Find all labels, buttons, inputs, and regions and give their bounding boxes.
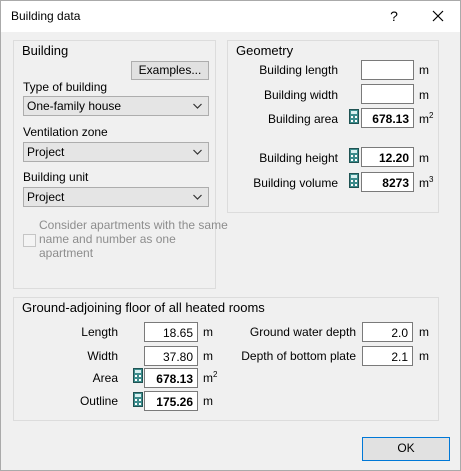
- help-button[interactable]: ?: [384, 6, 404, 26]
- type-of-building-value: One-family house: [27, 99, 122, 113]
- width-field[interactable]: [144, 346, 198, 366]
- building-volume-field[interactable]: [361, 172, 414, 192]
- calculator-icon[interactable]: [349, 109, 359, 124]
- area-label: Area: [92, 371, 118, 385]
- building-width-unit: m: [419, 88, 429, 102]
- building-height-label: Building height: [259, 151, 338, 165]
- bottom-plate-depth-unit: m: [419, 349, 429, 363]
- calculator-icon[interactable]: [349, 148, 359, 163]
- calculator-icon[interactable]: [133, 368, 143, 383]
- type-of-building-label: Type of building: [23, 80, 108, 94]
- ground-floor-title: Ground-adjoining floor of all heated roo…: [22, 300, 265, 315]
- width-unit: m: [203, 349, 213, 363]
- area-field[interactable]: [144, 368, 198, 388]
- building-length-label: Building length: [259, 63, 338, 77]
- building-unit-label: Building unit: [23, 170, 89, 184]
- ground-water-depth-field[interactable]: [362, 322, 413, 342]
- building-title: Building: [22, 43, 69, 58]
- area-unit: m2: [203, 370, 218, 385]
- building-height-field[interactable]: [361, 147, 414, 167]
- close-icon: [432, 10, 444, 22]
- ventilation-zone-value: Project: [27, 145, 65, 159]
- building-area-unit: m2: [419, 111, 434, 126]
- geometry-title: Geometry: [236, 43, 294, 58]
- window-title: Building data: [11, 9, 81, 23]
- chevron-down-icon: [193, 194, 202, 200]
- ventilation-zone-select[interactable]: Project: [23, 142, 209, 162]
- length-unit: m: [203, 325, 213, 339]
- consider-apartments-label-line1: Consider apartments with the same: [39, 218, 228, 232]
- building-width-field[interactable]: [361, 84, 414, 104]
- outline-field[interactable]: [144, 391, 198, 411]
- building-unit-value: Project: [27, 190, 65, 204]
- building-area-unit-text: m: [419, 112, 429, 126]
- consider-apartments-label-line3: apartment: [39, 246, 94, 260]
- building-data-dialog: Building data ? Building Examples... Typ…: [0, 0, 461, 471]
- building-width-label: Building width: [263, 88, 338, 102]
- calculator-icon[interactable]: [133, 392, 143, 407]
- chevron-down-icon: [193, 103, 202, 109]
- building-height-unit: m: [419, 151, 429, 165]
- ventilation-zone-label: Ventilation zone: [23, 125, 108, 139]
- ok-button[interactable]: OK: [362, 437, 450, 461]
- outline-unit: m: [203, 394, 213, 408]
- width-label: Width: [87, 349, 118, 363]
- outline-label: Outline: [79, 394, 118, 408]
- building-volume-unit-text: m: [419, 176, 429, 190]
- length-field[interactable]: [144, 322, 198, 342]
- area-unit-text: m: [203, 371, 213, 385]
- length-label: Length: [81, 325, 118, 339]
- bottom-plate-depth-field[interactable]: [362, 346, 413, 366]
- building-area-field[interactable]: [361, 108, 414, 128]
- building-length-field[interactable]: [361, 60, 414, 80]
- close-button[interactable]: [425, 5, 451, 27]
- building-volume-label: Building volume: [253, 176, 338, 190]
- building-length-unit: m: [419, 63, 429, 77]
- ground-water-depth-unit: m: [419, 325, 429, 339]
- building-volume-unit: m3: [419, 175, 434, 190]
- chevron-down-icon: [193, 149, 202, 155]
- consider-apartments-label-line2: name and number as one: [39, 232, 176, 246]
- ground-water-depth-label: Ground water depth: [249, 325, 356, 339]
- consider-apartments-checkbox[interactable]: [23, 234, 36, 247]
- bottom-plate-depth-label: Depth of bottom plate: [241, 349, 356, 363]
- calculator-icon[interactable]: [349, 173, 359, 188]
- type-of-building-select[interactable]: One-family house: [23, 96, 209, 116]
- examples-button[interactable]: Examples...: [131, 61, 209, 80]
- title-bar: Building data ?: [1, 1, 460, 32]
- building-unit-select[interactable]: Project: [23, 187, 209, 207]
- building-area-label: Building area: [267, 112, 338, 126]
